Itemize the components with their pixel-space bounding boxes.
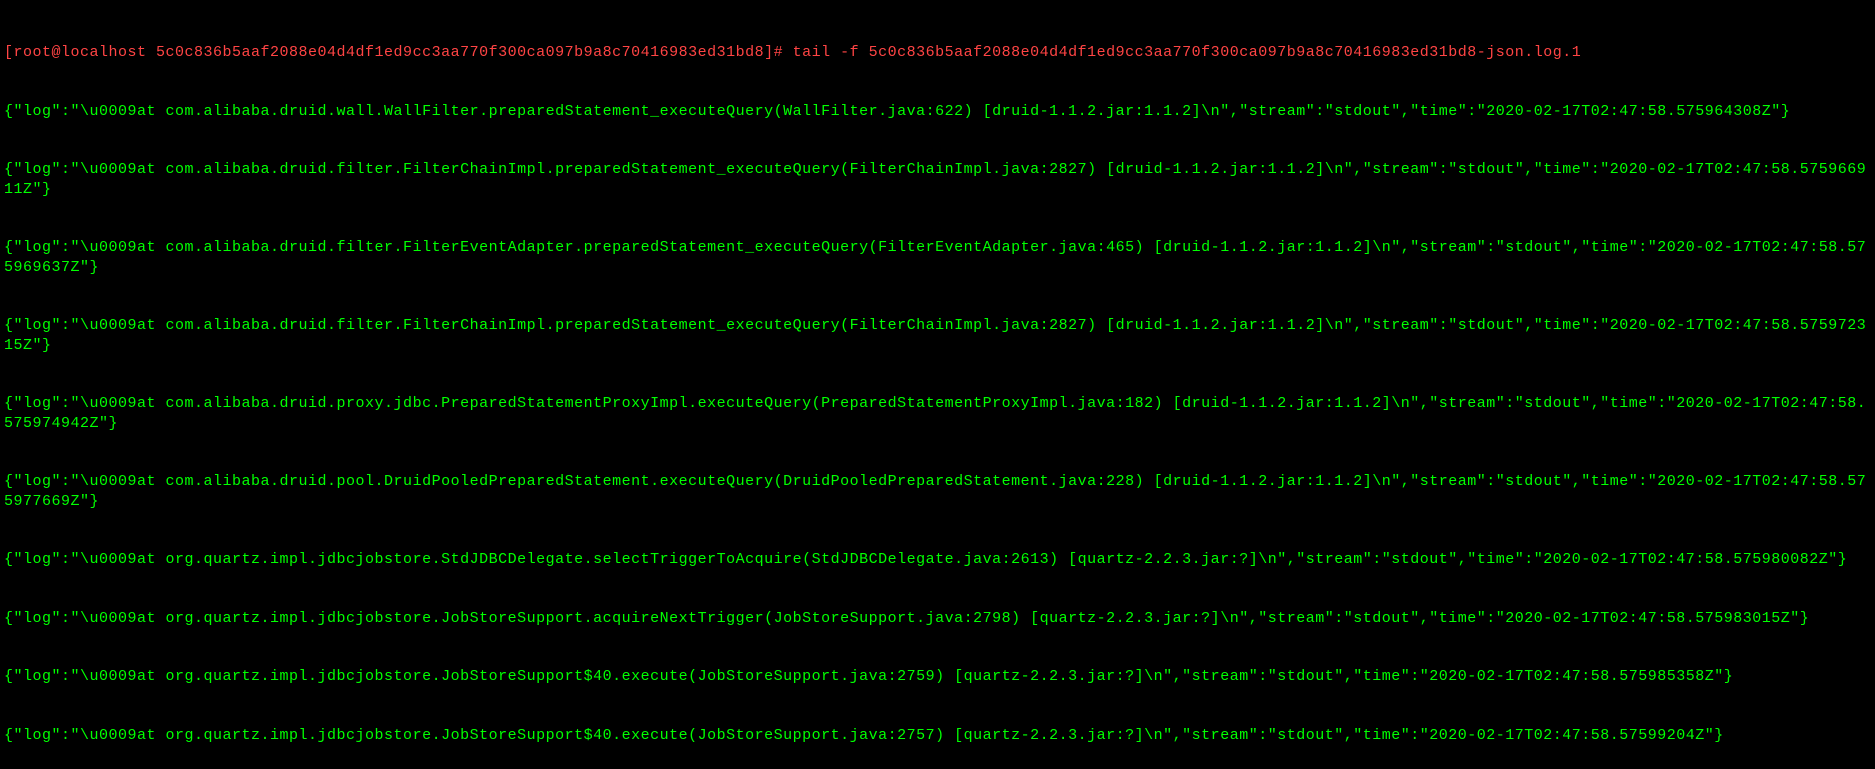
log-entry: {"log":"\u0009at com.alibaba.druid.pool.… — [4, 472, 1871, 511]
log-entry: {"log":"\u0009at org.quartz.impl.jdbcjob… — [4, 667, 1871, 687]
log-entry: {"log":"\u0009at org.quartz.impl.jdbcjob… — [4, 609, 1871, 629]
command-prompt: [root@localhost 5c0c836b5aaf2088e04d4df1… — [4, 43, 1871, 63]
log-entry: {"log":"\u0009at com.alibaba.druid.filte… — [4, 316, 1871, 355]
log-entry: {"log":"\u0009at org.quartz.impl.jdbcjob… — [4, 550, 1871, 570]
log-entry: {"log":"\u0009at com.alibaba.druid.filte… — [4, 238, 1871, 277]
log-entry: {"log":"\u0009at com.alibaba.druid.proxy… — [4, 394, 1871, 433]
log-entry: {"log":"\u0009at org.quartz.impl.jdbcjob… — [4, 726, 1871, 746]
terminal-output[interactable]: [root@localhost 5c0c836b5aaf2088e04d4df1… — [4, 4, 1871, 765]
log-entry: {"log":"\u0009at com.alibaba.druid.wall.… — [4, 102, 1871, 122]
log-entry: {"log":"\u0009at com.alibaba.druid.filte… — [4, 160, 1871, 199]
